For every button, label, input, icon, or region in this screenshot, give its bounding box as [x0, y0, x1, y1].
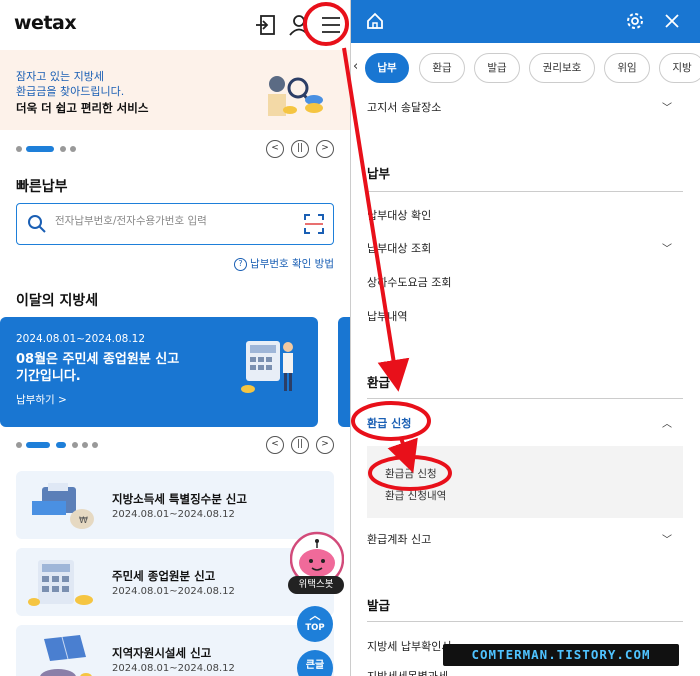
calculator-illustration	[28, 560, 93, 606]
category-issue-title: 발급	[367, 598, 391, 613]
tax-item-card[interactable]: ₩ 지방소득세 특별징수분 신고 2024.08.01~2024.08.12	[16, 471, 334, 539]
card-title-line-2: 기간입니다.	[16, 369, 81, 384]
wetax-logo[interactable]: wetax	[14, 12, 77, 34]
monthly-tax-card[interactable]: 2024.08.01~2024.08.12 08월은 주민세 종업원분 신고 기…	[0, 317, 318, 427]
watermark: COMTERMAN.TISTORY.COM	[443, 644, 679, 666]
scan-icon[interactable]	[303, 213, 325, 235]
refund-submenu: 환급금 신청 환급 신청내역	[367, 446, 683, 518]
submenu-refund-apply[interactable]: 환급금 신청	[385, 466, 437, 481]
payment-number-input[interactable]	[55, 215, 285, 227]
all-menu-pane: ‹ 납부 환급 발급 권리보호 위임 지방 고지서 송달장소 ﹀ 납부 납부대상…	[351, 0, 700, 676]
chatbot-label[interactable]: 위택스봇	[288, 576, 344, 594]
home-icon[interactable]	[365, 11, 385, 31]
search-icon	[28, 215, 46, 233]
tax-item-name: 지역자원시설세 신고	[112, 646, 212, 660]
pager-dot[interactable]	[72, 442, 78, 448]
top-button-label: TOP	[305, 623, 325, 633]
menu-item-payment-inquiry[interactable]: 납부대상 조회	[367, 240, 431, 256]
refund-banner[interactable]: 잠자고 있는 지방세 환급금을 찾아드립니다. 더욱 더 쉽고 편리한 서비스	[0, 50, 350, 130]
pager-dot[interactable]	[92, 442, 98, 448]
tax-item-date: 2024.08.01~2024.08.12	[112, 663, 235, 674]
tab-issue[interactable]: 발급	[474, 53, 520, 83]
menu-header	[351, 0, 700, 43]
tax-item-name: 주민세 종업원분 신고	[112, 569, 216, 583]
pager-dot-active[interactable]	[26, 442, 50, 448]
tax-item-card[interactable]: 주민세 종업원분 신고 2024.08.01~2024.08.12	[16, 548, 334, 616]
tab-payment[interactable]: 납부	[365, 53, 409, 83]
menu-item-water-bill[interactable]: 상하수도요금 조회	[367, 274, 451, 290]
pager-dot[interactable]	[60, 146, 66, 152]
tab-delegation[interactable]: 위임	[604, 53, 650, 83]
banner-line-2: 환급금을 찾아드립니다.	[16, 85, 125, 98]
solar-panel-illustration	[40, 635, 92, 676]
divider	[367, 191, 683, 192]
payment-number-help-link[interactable]: ? 납부번호 확인 방법	[234, 256, 334, 271]
magnifier-coins-illustration	[268, 76, 323, 116]
hamburger-menu-icon[interactable]	[318, 12, 344, 38]
card-terminal-illustration: ₩	[32, 483, 94, 529]
pause-icon[interactable]: ||	[291, 140, 309, 158]
tab-local[interactable]: 지방	[659, 53, 700, 83]
tax-item-date: 2024.08.01~2024.08.12	[112, 509, 235, 520]
next-card-peek[interactable]	[338, 317, 350, 427]
category-payment-title: 납부	[367, 166, 391, 181]
top-bar: wetax	[0, 0, 350, 50]
chevron-down-icon[interactable]: ﹀	[662, 240, 672, 255]
quick-pay-search[interactable]	[16, 203, 334, 245]
svg-text:₩: ₩	[79, 516, 88, 526]
menu-item-tax-payment-certificate[interactable]: 지방세 납부확인서	[367, 638, 451, 654]
help-link-label: 납부번호 확인 방법	[250, 258, 334, 270]
scroll-top-button[interactable]: ︿ TOP	[297, 606, 333, 642]
pager-dot[interactable]	[82, 442, 88, 448]
pager-dot[interactable]	[70, 146, 76, 152]
pager-dot[interactable]	[16, 442, 22, 448]
card-date: 2024.08.01~2024.08.12	[16, 333, 146, 345]
menu-item-tax-item-certificate[interactable]: 지방세세목별과세	[367, 668, 448, 676]
user-icon[interactable]	[286, 12, 312, 38]
menu-item-payment-history[interactable]: 납부내역	[367, 308, 407, 324]
menu-item-refund-request[interactable]: 환급 신청	[367, 415, 411, 431]
pager-dot[interactable]	[16, 146, 22, 152]
chevron-up-icon: ︿	[309, 609, 321, 622]
gear-icon[interactable]	[625, 11, 645, 31]
next-icon[interactable]: >	[316, 140, 334, 158]
prev-icon[interactable]: <	[266, 436, 284, 454]
tax-item-name: 지방소득세 특별징수분 신고	[112, 492, 247, 506]
calculator-person-illustration	[241, 341, 293, 393]
chevron-left-icon[interactable]: ‹	[353, 59, 358, 74]
submenu-refund-history[interactable]: 환급 신청내역	[385, 488, 446, 503]
chevron-down-icon[interactable]: ﹀	[662, 531, 672, 546]
category-refund-title: 환급	[367, 375, 391, 390]
tax-item-card[interactable]: 지역자원시설세 신고 2024.08.01~2024.08.12	[16, 625, 334, 676]
pause-icon[interactable]: ||	[291, 436, 309, 454]
chevron-up-icon[interactable]: ︿	[662, 415, 672, 430]
prev-icon[interactable]: <	[266, 140, 284, 158]
tab-rights[interactable]: 권리보호	[529, 53, 595, 83]
tab-refund[interactable]: 환급	[419, 53, 465, 83]
pager-dot-active[interactable]	[26, 146, 54, 152]
close-icon[interactable]	[663, 12, 681, 30]
category-tabs: ‹ 납부 환급 발급 권리보호 위임 지방	[351, 50, 700, 86]
tax-item-date: 2024.08.01~2024.08.12	[112, 586, 235, 597]
pay-now-link[interactable]: 납부하기 >	[16, 392, 67, 407]
menu-item-refund-account[interactable]: 환급계좌 신고	[367, 531, 431, 547]
quick-pay-title: 빠른납부	[16, 179, 68, 195]
menu-item-payment-check[interactable]: 납부대상 확인	[367, 207, 431, 223]
banner-line-1: 잠자고 있는 지방세	[16, 70, 104, 83]
menu-item-bill-address[interactable]: 고지서 송달장소	[367, 99, 441, 115]
divider	[367, 621, 683, 622]
monthly-tax-title: 이달의 지방세	[16, 293, 99, 309]
main-page-pane: wetax 잠자고 있는 지방세 환급금을 찾아드립니다. 더욱 더 쉽고 편리…	[0, 0, 350, 676]
pager-dot-active[interactable]	[56, 442, 66, 448]
question-icon: ?	[234, 257, 248, 271]
banner-line-3: 더욱 더 쉽고 편리한 서비스	[16, 101, 149, 115]
chevron-down-icon[interactable]: ﹀	[662, 99, 672, 114]
divider	[367, 398, 683, 399]
next-icon[interactable]: >	[316, 436, 334, 454]
login-icon[interactable]	[253, 12, 279, 38]
